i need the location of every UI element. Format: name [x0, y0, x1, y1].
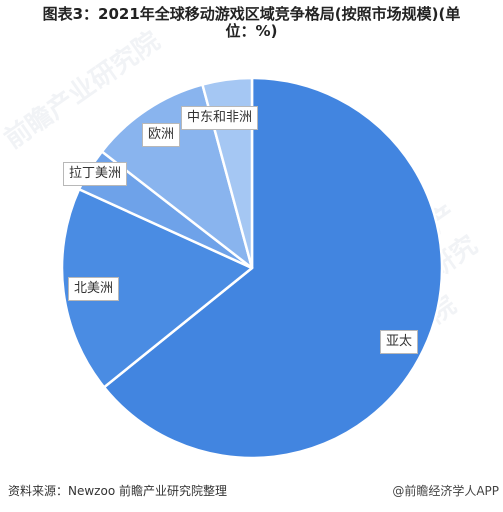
pie-chart [60, 76, 444, 460]
slice-label: 中东和非洲 [181, 106, 259, 130]
slice-label: 欧洲 [142, 123, 181, 147]
source-note: 资料来源：Newzoo 前瞻产业研究院整理 [8, 484, 227, 498]
slice-label: 拉丁美洲 [63, 162, 128, 186]
slice-label: 北美洲 [68, 277, 120, 301]
credit-note: @前瞻经济学人APP [392, 484, 499, 498]
slice-label: 亚太 [380, 330, 419, 354]
